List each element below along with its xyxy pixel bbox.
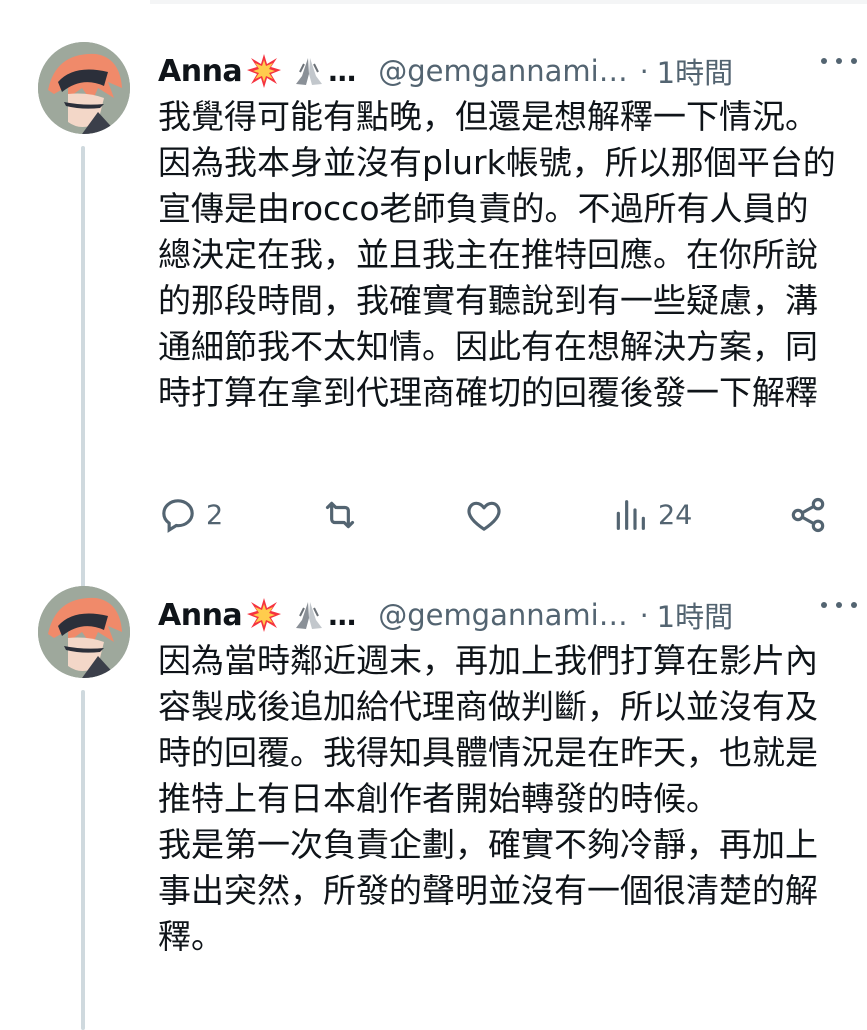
separator-dot: · bbox=[639, 598, 649, 632]
more-icon[interactable] bbox=[821, 46, 857, 76]
name-ellipsis: … bbox=[328, 54, 357, 88]
timestamp[interactable]: 1時間 bbox=[657, 50, 733, 92]
tweet[interactable]: Anna … @gemgannami… · 1時間 我覺得可能有點晚，但還是想解… bbox=[0, 38, 867, 620]
thread-line bbox=[81, 690, 85, 1030]
avatar[interactable] bbox=[38, 42, 130, 134]
reply-count: 2 bbox=[206, 499, 224, 531]
views-icon bbox=[616, 500, 645, 530]
share-button[interactable] bbox=[788, 490, 828, 540]
divider bbox=[150, 0, 867, 4]
more-icon[interactable] bbox=[821, 590, 857, 620]
avatar-image bbox=[38, 42, 130, 134]
folded-hands-emoji-icon bbox=[292, 54, 326, 88]
tweet-header: Anna … @gemgannami… · 1時間 bbox=[158, 590, 837, 640]
display-name[interactable]: Anna bbox=[158, 54, 243, 89]
timestamp[interactable]: 1時間 bbox=[657, 594, 733, 636]
heart-icon bbox=[467, 501, 501, 531]
tweet-header: Anna … @gemgannami… · 1時間 bbox=[158, 46, 837, 96]
thread-line bbox=[81, 146, 85, 620]
folded-hands-emoji-icon bbox=[292, 598, 326, 632]
retweet-button[interactable] bbox=[320, 490, 360, 540]
tweet-text: 我覺得可能有點晚，但還是想解釋一下情況。因為我本身並沒有plurk帳號，所以那個… bbox=[158, 97, 836, 412]
tweet-text: 因為當時鄰近週末，再加上我們打算在影片內容製成後追加給代理商做判斷，所以並沒有及… bbox=[158, 641, 818, 956]
user-handle[interactable]: @gemgannami… bbox=[378, 598, 628, 632]
collision-emoji-icon bbox=[246, 597, 282, 633]
action-bar: 2 24 bbox=[158, 490, 838, 540]
view-count: 24 bbox=[658, 499, 693, 531]
separator-dot: · bbox=[639, 54, 649, 88]
name-ellipsis: … bbox=[328, 598, 357, 632]
reply-icon bbox=[162, 499, 194, 533]
share-icon bbox=[791, 497, 825, 533]
user-handle[interactable]: @gemgannami… bbox=[378, 54, 628, 88]
avatar[interactable] bbox=[38, 586, 130, 678]
like-button[interactable] bbox=[464, 490, 504, 540]
avatar-image bbox=[38, 586, 130, 678]
views-button[interactable]: 24 bbox=[610, 490, 692, 540]
retweet-icon bbox=[325, 501, 355, 529]
tweet[interactable]: Anna … @gemgannami… · 1時間 因為當時鄰近週末，再加上我們… bbox=[0, 582, 867, 1030]
collision-emoji-icon bbox=[246, 53, 282, 89]
reply-button[interactable]: 2 bbox=[158, 490, 223, 540]
display-name[interactable]: Anna bbox=[158, 598, 243, 633]
